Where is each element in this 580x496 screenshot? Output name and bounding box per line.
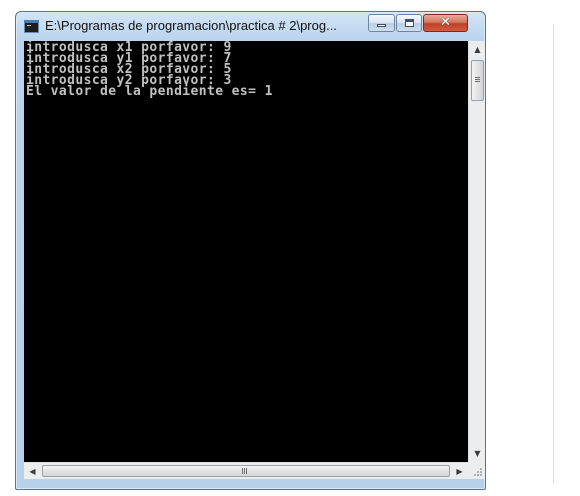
page-divider-line	[553, 24, 554, 484]
horizontal-scroll-thumb[interactable]	[42, 465, 450, 477]
close-button[interactable]: ✕	[423, 14, 468, 32]
vertical-scrollbar[interactable]: ▲ ▼	[468, 41, 485, 462]
title-bar[interactable]: E:\Programas de programacion\practica # …	[16, 12, 485, 42]
console-line: El valor de la pendiente es= 1	[26, 84, 273, 99]
maximize-icon	[405, 19, 414, 27]
console-app-icon[interactable]	[24, 20, 39, 33]
close-icon: ✕	[440, 15, 451, 30]
scroll-right-arrow-icon[interactable]: ▶	[451, 463, 468, 480]
grip-icon	[242, 468, 243, 474]
minimize-button[interactable]	[368, 14, 395, 32]
scroll-down-arrow-icon[interactable]: ▼	[469, 445, 486, 462]
console-output: introdusca x1 porfavor: 9 introdusca y1 …	[26, 41, 273, 99]
resize-grip-icon[interactable]	[468, 462, 485, 479]
console-window: E:\Programas de programacion\practica # …	[15, 11, 486, 490]
maximize-button[interactable]	[396, 14, 422, 32]
horizontal-scrollbar[interactable]: ◀ ▶	[24, 462, 468, 479]
grip-icon	[475, 77, 480, 78]
vertical-scroll-thumb[interactable]	[471, 60, 484, 101]
scroll-left-arrow-icon[interactable]: ◀	[24, 463, 41, 480]
window-title: E:\Programas de programacion\practica # …	[45, 18, 337, 33]
minimize-icon	[377, 24, 386, 27]
console-output-area[interactable]: introdusca x1 porfavor: 9 introdusca y1 …	[24, 41, 468, 462]
scroll-up-arrow-icon[interactable]: ▲	[469, 41, 486, 58]
